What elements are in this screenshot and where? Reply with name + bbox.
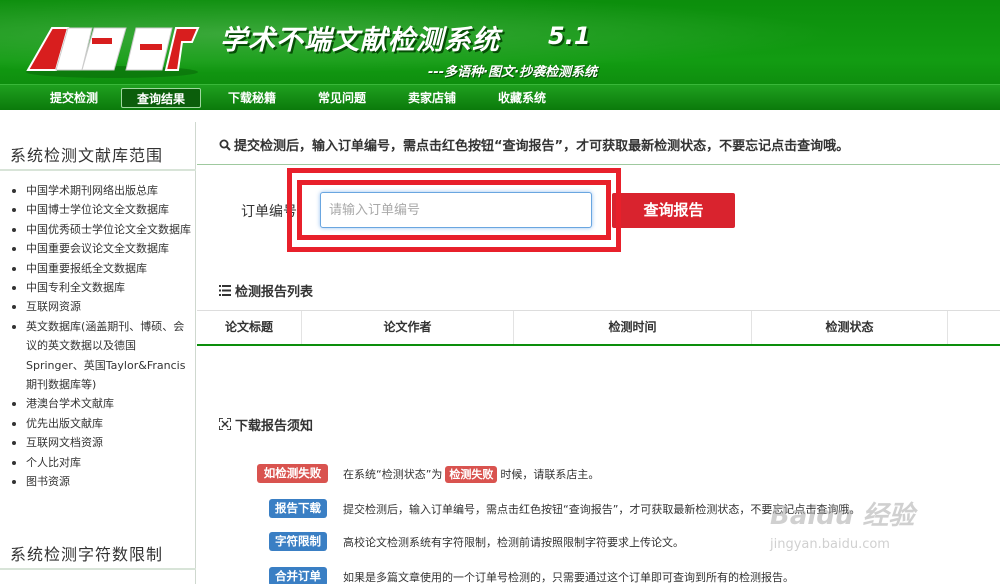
list-item: 中国学术期刊网络出版总库 xyxy=(10,181,192,200)
brand-title: 学术不端文献检测系统 xyxy=(220,25,500,56)
list-item: 优先出版文献库 xyxy=(10,414,192,433)
list-item: 中国专利全文数据库 xyxy=(10,278,192,297)
nav-query-results[interactable]: 查询结果 xyxy=(121,88,201,108)
amlc-logo-icon xyxy=(26,27,200,78)
tip-text-pre: 在系统“检测状态”为 xyxy=(343,468,443,481)
report-table-header: 论文标题 论文作者 检测时间 检测状态 xyxy=(197,310,1000,346)
inline-failed-badge: 检测失败 xyxy=(445,466,498,483)
report-list-title: 检测报告列表 xyxy=(235,285,314,300)
list-item: 图书资源 xyxy=(10,472,192,491)
baidu-watermark: Baidu 经验 jingyan.baidu.com xyxy=(770,495,990,575)
download-tips-heading: 下载报告须知 xyxy=(219,415,313,434)
query-notice: 提交检测后，输入订单编号，需点击红色按钮“查询报告”，才可获取最新检测状态，不要… xyxy=(219,135,849,154)
tip-text: 如果是多篇文章使用的一个订单号检测的，只需要通过这个订单即可查询到所有的检测报告… xyxy=(343,571,794,584)
tip-badge-char-limit: 字符限制 xyxy=(269,532,327,551)
column-header-status: 检测状态 xyxy=(752,311,948,344)
list-icon xyxy=(219,285,231,296)
brand-version: 5.1 xyxy=(548,22,591,50)
list-item: 中国重要会议论文全文数据库 xyxy=(10,239,192,258)
tip-text: 高校论文检测系统有字符限制，检测前请按照限制字符要求上传论文。 xyxy=(343,536,684,549)
download-tips-title: 下载报告须知 xyxy=(235,419,314,434)
list-item: 英文数据库(涵盖期刊、博硕、会议的英文数据以及德国Springer、英国Tayl… xyxy=(10,317,192,395)
search-icon xyxy=(219,139,231,151)
nav-seller-shop[interactable]: 卖家店铺 xyxy=(392,88,472,108)
main-nav: 提交检测 查询结果 下载秘籍 常见问题 卖家店铺 收藏系统 xyxy=(0,84,1000,110)
tip-text: 在系统“检测状态”为 检测失败 时候，请联系店主。 xyxy=(343,466,599,483)
notice-text: 提交检测后，输入订单编号，需点击红色按钮“查询报告”，才可获取最新检测状态，不要… xyxy=(234,139,850,154)
watermark-sub: jingyan.baidu.com xyxy=(770,537,890,552)
list-item: 中国博士学位论文全文数据库 xyxy=(10,200,192,219)
tip-row: 如检测失败 在系统“检测状态”为 检测失败 时候，请联系店主。 xyxy=(197,462,1000,484)
site-header: 学术不端文献检测系统 5.1 ---多语种·图文·抄袭检测系统 提交检测 查询结… xyxy=(0,0,1000,110)
sidebar-divider-2 xyxy=(0,568,196,570)
nav-download-tips[interactable]: 下载秘籍 xyxy=(212,88,292,108)
list-item: 中国优秀硕士学位论文全文数据库 xyxy=(10,220,192,239)
watermark-main: Baidu 经验 xyxy=(770,501,915,531)
highlight-box-inner xyxy=(297,180,611,240)
list-item: 港澳台学术文献库 xyxy=(10,394,192,413)
nav-submit[interactable]: 提交检测 xyxy=(34,88,114,108)
database-list: 中国学术期刊网络出版总库 中国博士学位论文全文数据库 中国优秀硕士学位论文全文数… xyxy=(10,181,192,492)
tip-text-post: 时候，请联系店主。 xyxy=(500,468,600,481)
report-list-heading: 检测报告列表 xyxy=(219,281,313,300)
list-item: 互联网文档资源 xyxy=(10,433,192,452)
tip-badge-download: 报告下载 xyxy=(269,499,327,518)
notice-divider xyxy=(197,164,1000,165)
column-header-time: 检测时间 xyxy=(514,311,752,344)
tip-badge-merge-order: 合并订单 xyxy=(269,567,327,584)
list-item: 中国重要报纸全文数据库 xyxy=(10,259,192,278)
sidebar: 系统检测文献库范围 中国学术期刊网络出版总库 中国博士学位论文全文数据库 中国优… xyxy=(0,122,196,584)
list-item: 个人比对库 xyxy=(10,453,192,472)
sidebar-heading-2: 系统检测字符数限制 xyxy=(10,545,164,564)
column-header-author: 论文作者 xyxy=(302,311,514,344)
expand-icon xyxy=(219,418,231,430)
sidebar-heading: 系统检测文献库范围 xyxy=(10,146,164,165)
nav-bookmark[interactable]: 收藏系统 xyxy=(482,88,562,108)
brand-subtitle: ---多语种·图文·抄袭检测系统 xyxy=(428,65,598,80)
column-header-title: 论文标题 xyxy=(197,311,302,344)
query-report-button[interactable]: 查询报告 xyxy=(612,193,735,228)
nav-faq[interactable]: 常见问题 xyxy=(302,88,382,108)
list-item: 互联网资源 xyxy=(10,297,192,316)
sidebar-divider xyxy=(0,169,196,171)
tip-badge-failed: 如检测失败 xyxy=(257,464,328,483)
